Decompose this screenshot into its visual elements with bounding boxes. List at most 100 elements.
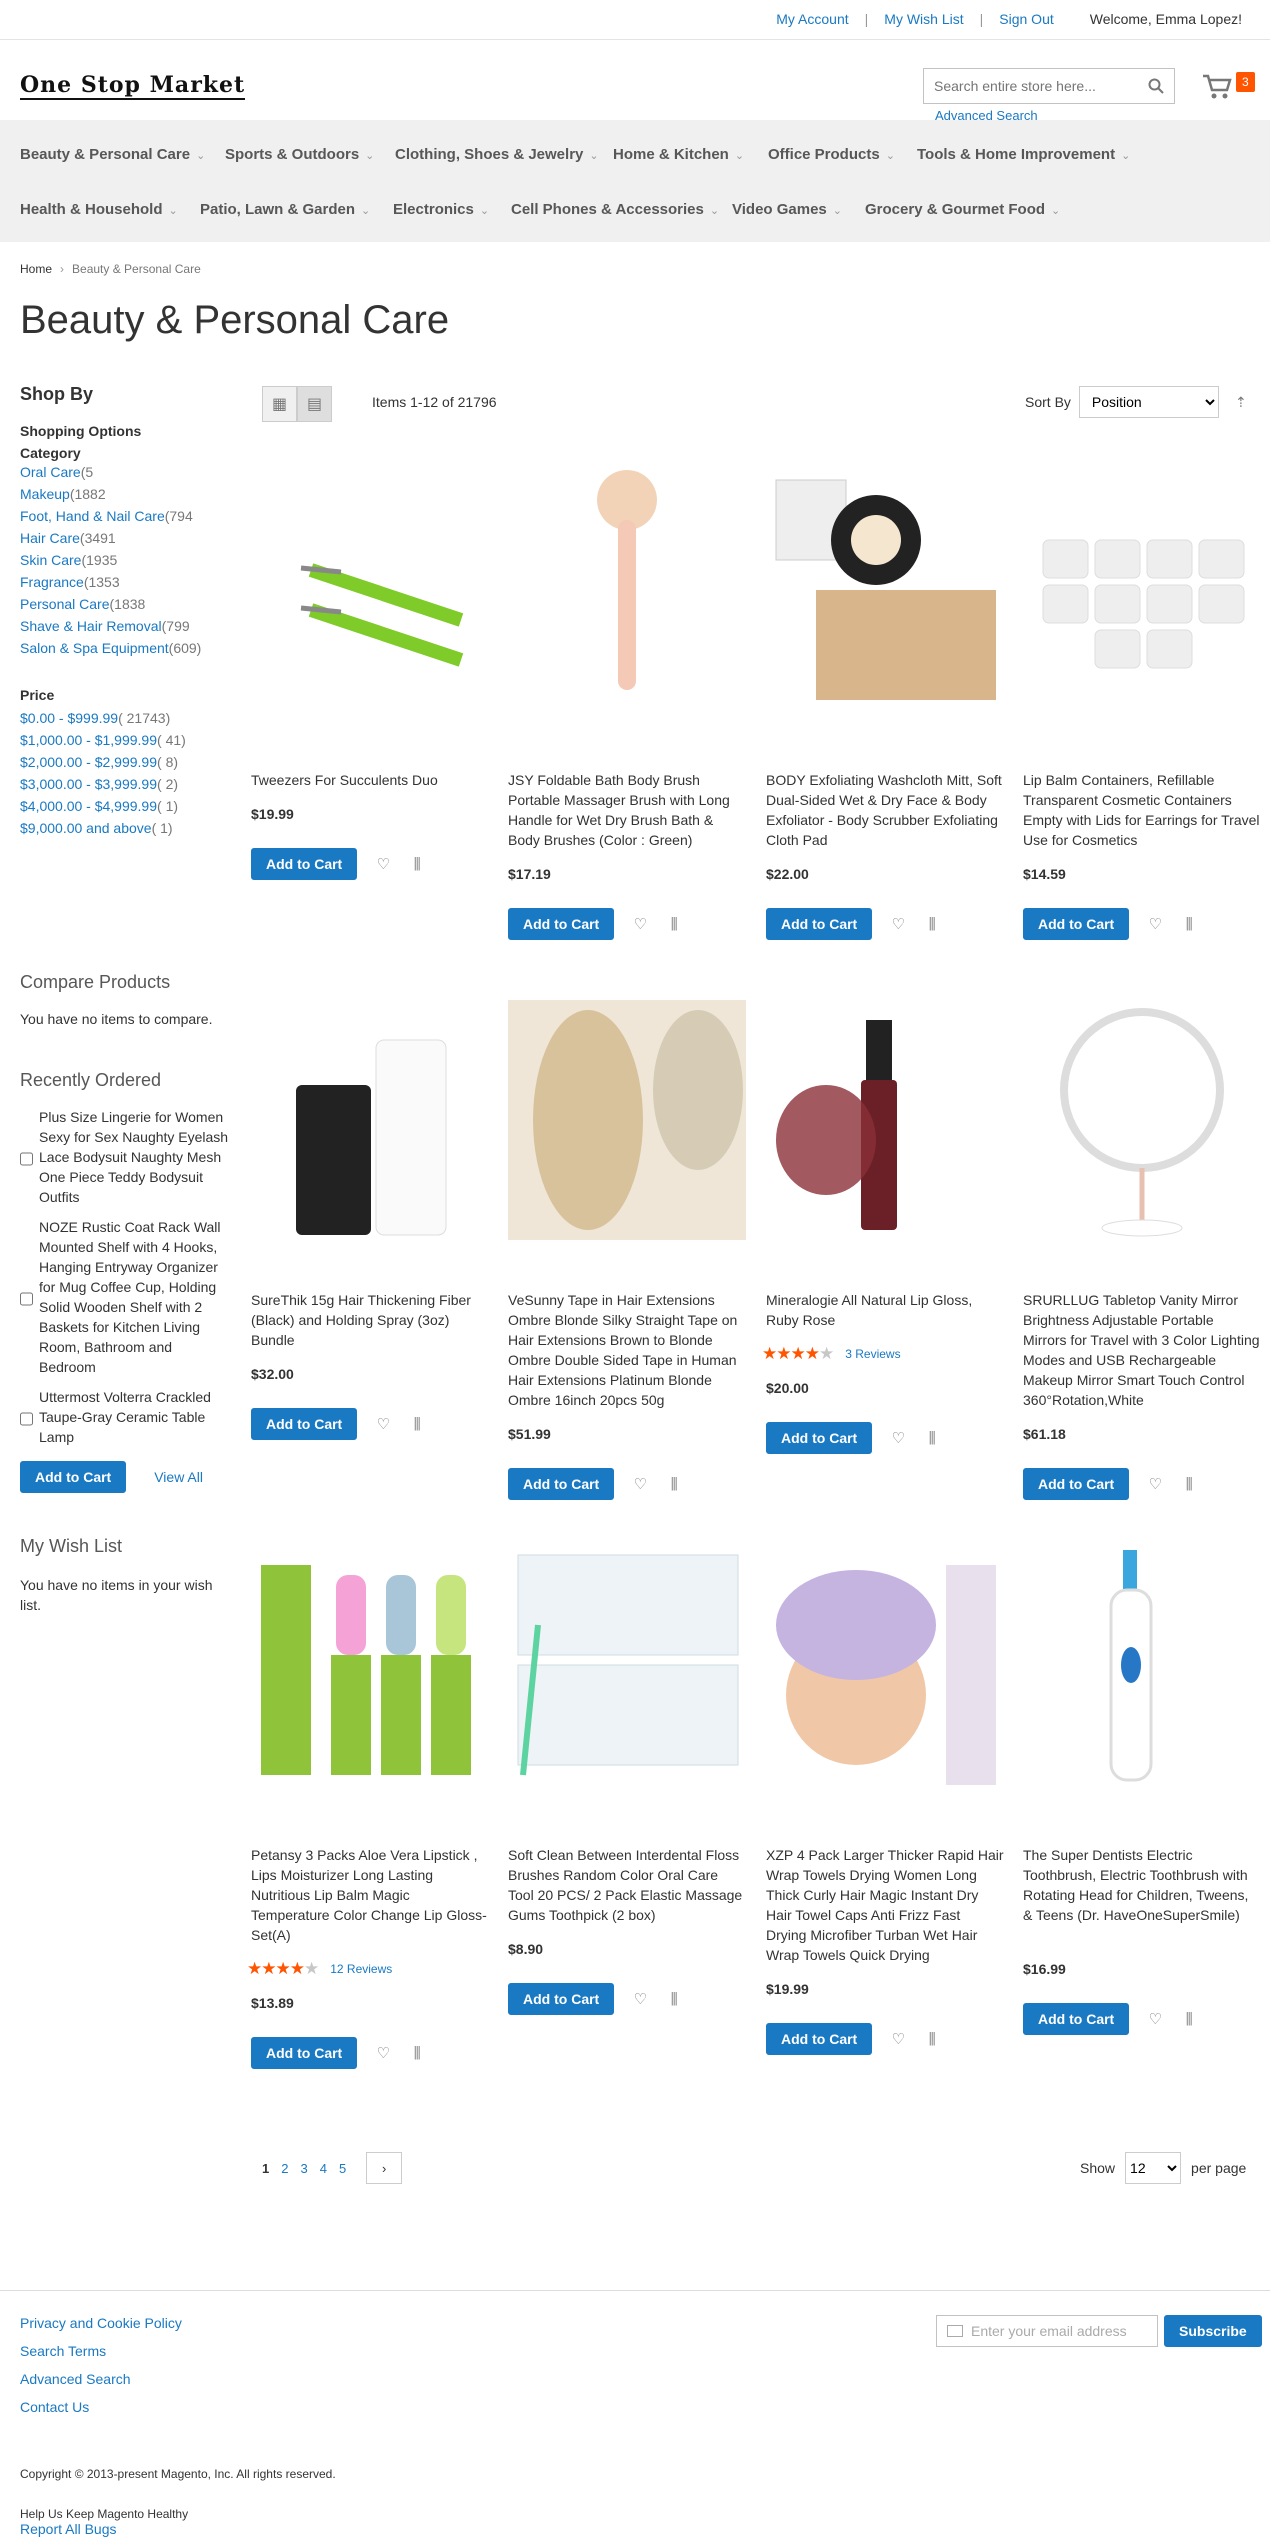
compare-icon[interactable]: ⫼ [924,2031,940,2048]
page-link[interactable]: 5 [339,2161,346,2176]
product-image[interactable] [1023,460,1261,700]
product-image[interactable] [251,460,489,700]
reviews-link[interactable]: 3 Reviews [845,1347,900,1361]
product-name-link[interactable]: Lip Balm Containers, Refillable Transpar… [1023,770,1261,850]
add-to-cart-button[interactable]: Add to Cart [251,1408,358,1440]
reviews-link[interactable]: 12 Reviews [330,1962,392,1976]
compare-icon[interactable]: ⫼ [924,1430,940,1447]
price-filter-title[interactable]: Price [20,687,230,703]
footer-advanced-search-link[interactable]: Advanced Search [20,2371,182,2387]
per-page-select[interactable]: 12 [1125,2152,1182,2184]
nav-sports-outdoors[interactable]: Sports & Outdoors ⌄ [225,146,374,163]
heart-icon[interactable]: ♡ [890,2030,906,2048]
recent-item-checkbox[interactable] [20,1111,33,1207]
heart-icon[interactable]: ♡ [375,855,391,873]
product-name-link[interactable]: Petansy 3 Packs Aloe Vera Lipstick , Lip… [251,1845,489,1945]
category-filter-title[interactable]: Category [20,445,230,461]
price-filter-item[interactable]: $4,000.00 - $4,999.99( 1) [20,795,230,817]
next-page-button[interactable]: › [366,2152,403,2184]
category-filter-item[interactable]: Hair Care(3491 [20,527,230,549]
nav-office-products[interactable]: Office Products ⌄ [768,146,895,163]
compare-icon[interactable]: ⫼ [409,856,425,873]
heart-icon[interactable]: ♡ [890,915,906,933]
category-filter-item[interactable]: Shave & Hair Removal(799 [20,615,230,637]
category-filter-item[interactable]: Fragrance(1353 [20,571,230,593]
product-name-link[interactable]: SureThik 15g Hair Thickening Fiber (Blac… [251,1290,489,1350]
nav-video-games[interactable]: Video Games ⌄ [732,201,842,218]
product-name-link[interactable]: JSY Foldable Bath Body Brush Portable Ma… [508,770,746,850]
nav-home-kitchen[interactable]: Home & Kitchen ⌄ [613,146,744,163]
footer-search-terms-link[interactable]: Search Terms [20,2343,182,2359]
compare-icon[interactable]: ⫼ [666,916,682,933]
add-to-cart-button[interactable]: Add to Cart [251,2037,358,2069]
breadcrumb-home[interactable]: Home [20,262,52,276]
price-filter-item[interactable]: $1,000.00 - $1,999.99( 41) [20,729,230,751]
compare-icon[interactable]: ⫼ [924,916,940,933]
product-image[interactable] [508,460,746,700]
product-name-link[interactable]: Soft Clean Between Interdental Floss Bru… [508,1845,746,1925]
product-name-link[interactable]: Mineralogie All Natural Lip Gloss, Ruby … [766,1290,1004,1330]
recent-item[interactable]: NOZE Rustic Coat Rack Wall Mounted Shelf… [20,1217,230,1377]
product-name-link[interactable]: SRURLLUG Tabletop Vanity Mirror Brightne… [1023,1290,1261,1410]
product-name-link[interactable]: BODY Exfoliating Washcloth Mitt, Soft Du… [766,770,1004,850]
category-filter-item[interactable]: Oral Care(5 [20,461,230,483]
compare-icon[interactable]: ⫼ [1181,1476,1197,1493]
mini-cart[interactable]: 3 [1188,70,1255,104]
product-image[interactable] [1023,1000,1261,1240]
product-image[interactable] [251,1545,489,1785]
report-bugs-link[interactable]: Report All Bugs [20,2521,188,2537]
compare-icon[interactable]: ⫼ [1181,2011,1197,2028]
compare-icon[interactable]: ⫼ [1181,916,1197,933]
footer-privacy-link[interactable]: Privacy and Cookie Policy [20,2315,182,2331]
heart-icon[interactable]: ♡ [890,1429,906,1447]
add-to-cart-button[interactable]: Add to Cart [251,848,358,880]
add-to-cart-button[interactable]: Add to Cart [766,908,873,940]
heart-icon[interactable]: ♡ [1147,1475,1163,1493]
price-filter-item[interactable]: $0.00 - $999.99( 21743) [20,707,230,729]
add-to-cart-button[interactable]: Add to Cart [508,1468,615,1500]
heart-icon[interactable]: ♡ [1147,2010,1163,2028]
heart-icon[interactable]: ♡ [375,2044,391,2062]
my-account-link[interactable]: My Account [768,10,856,28]
recent-item-checkbox[interactable] [20,1221,33,1377]
search-icon[interactable] [1148,78,1164,94]
nav-cell-phones-accessories[interactable]: Cell Phones & Accessories ⌄ [511,201,719,218]
sort-by-select[interactable]: Position [1078,386,1219,418]
compare-icon[interactable]: ⫼ [666,1476,682,1493]
heart-icon[interactable]: ♡ [632,915,648,933]
add-to-cart-button[interactable]: Add to Cart [766,1422,873,1454]
sort-direction-button[interactable]: ⇡ [1227,386,1255,418]
product-image[interactable] [766,1545,1004,1785]
compare-icon[interactable]: ⫼ [409,2045,425,2062]
recent-view-all-link[interactable]: View All [154,1469,203,1485]
category-filter-item[interactable]: Skin Care(1935 [20,549,230,571]
product-image[interactable] [1023,1545,1261,1785]
nav-beauty-personal-care[interactable]: Beauty & Personal Care ⌄ [20,146,205,163]
category-filter-item[interactable]: Makeup(1882 [20,483,230,505]
product-image[interactable] [508,1000,746,1240]
heart-icon[interactable]: ♡ [632,1475,648,1493]
nav-grocery-gourmet-food[interactable]: Grocery & Gourmet Food ⌄ [865,201,1060,218]
recent-add-to-cart-button[interactable]: Add to Cart [20,1461,127,1493]
category-filter-item[interactable]: Foot, Hand & Nail Care(794 [20,505,230,527]
search-input[interactable] [934,69,1134,103]
nav-clothing-shoes-jewelry[interactable]: Clothing, Shoes & Jewelry ⌄ [395,146,599,163]
nav-electronics[interactable]: Electronics ⌄ [393,201,489,218]
product-image[interactable] [766,1000,1004,1240]
product-image[interactable] [251,1000,489,1240]
add-to-cart-button[interactable]: Add to Cart [1023,908,1130,940]
product-image[interactable] [508,1545,746,1785]
heart-icon[interactable]: ♡ [375,1415,391,1433]
list-view-button[interactable]: ▤ [297,386,332,422]
add-to-cart-button[interactable]: Add to Cart [766,2023,873,2055]
nav-tools-home-improvement[interactable]: Tools & Home Improvement ⌄ [917,146,1130,163]
my-wish-list-link[interactable]: My Wish List [876,10,971,28]
price-filter-item[interactable]: $2,000.00 - $2,999.99( 8) [20,751,230,773]
price-filter-item[interactable]: $3,000.00 - $3,999.99( 2) [20,773,230,795]
product-name-link[interactable]: XZP 4 Pack Larger Thicker Rapid Hair Wra… [766,1845,1004,1965]
add-to-cart-button[interactable]: Add to Cart [1023,2003,1130,2035]
page-link[interactable]: 3 [300,2161,307,2176]
compare-icon[interactable]: ⫼ [409,1416,425,1433]
page-link[interactable]: 4 [320,2161,327,2176]
add-to-cart-button[interactable]: Add to Cart [508,908,615,940]
